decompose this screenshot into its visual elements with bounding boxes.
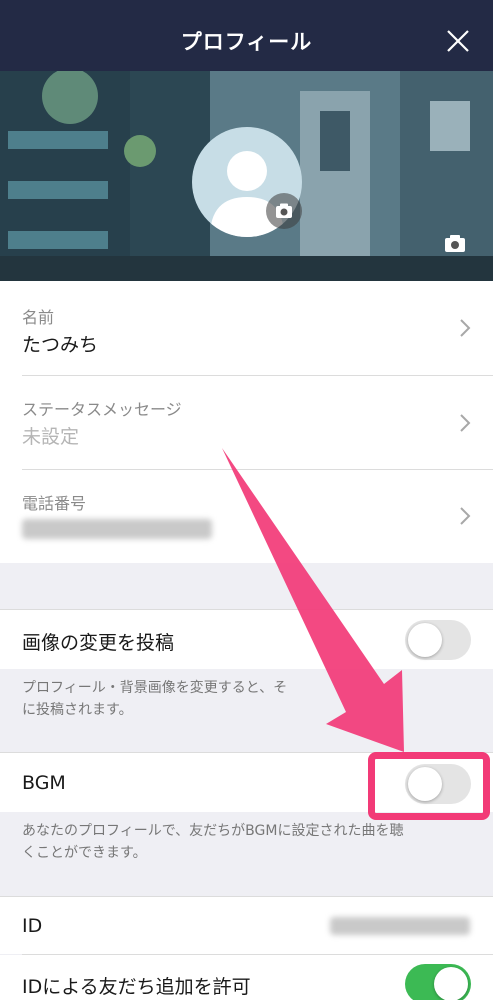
allow-id-add-title: IDによる友だち追加を許可 — [22, 976, 251, 998]
allow-id-add-toggle[interactable] — [405, 964, 471, 1000]
post-image-change-description: プロフィール・背景画像を変更すると、そ に投稿されます。 — [22, 680, 288, 718]
page-title: プロフィール — [180, 30, 313, 54]
camera-icon — [445, 235, 465, 252]
annotation-highlight-box — [368, 752, 490, 820]
id-row[interactable]: ID — [0, 896, 493, 954]
phone-row[interactable]: 電話番号 — [0, 470, 493, 563]
name-row[interactable]: 名前 たつみち — [0, 281, 493, 375]
id-title: ID — [22, 915, 43, 937]
post-image-change-toggle[interactable] — [405, 620, 471, 660]
close-icon[interactable] — [447, 30, 469, 52]
avatar-camera-button[interactable] — [266, 193, 302, 229]
phone-label: 電話番号 — [22, 494, 87, 513]
cover-camera-button[interactable] — [441, 231, 469, 255]
header-bar: プロフィール — [0, 0, 493, 71]
name-label: 名前 — [22, 308, 55, 327]
allow-id-add-row: IDによる友だち追加を許可 — [0, 955, 493, 1000]
status-message-value: 未設定 — [22, 426, 80, 448]
name-value: たつみち — [22, 334, 99, 356]
camera-icon — [276, 203, 292, 218]
post-image-change-title: 画像の変更を投稿 — [22, 632, 175, 654]
chevron-right-icon — [460, 414, 471, 432]
id-value-redacted — [330, 917, 470, 935]
phone-value-redacted — [22, 519, 212, 539]
chevron-right-icon — [460, 319, 471, 337]
status-message-row[interactable]: ステータスメッセージ 未設定 — [0, 376, 493, 469]
post-image-change-row: 画像の変更を投稿 — [0, 609, 493, 669]
status-message-label: ステータスメッセージ — [22, 400, 182, 419]
bgm-title: BGM — [22, 772, 66, 794]
bgm-description: あなたのプロフィールで、友だちがBGMに設定された曲を聴 くことができます。 — [22, 823, 404, 861]
chevron-right-icon — [460, 507, 471, 525]
